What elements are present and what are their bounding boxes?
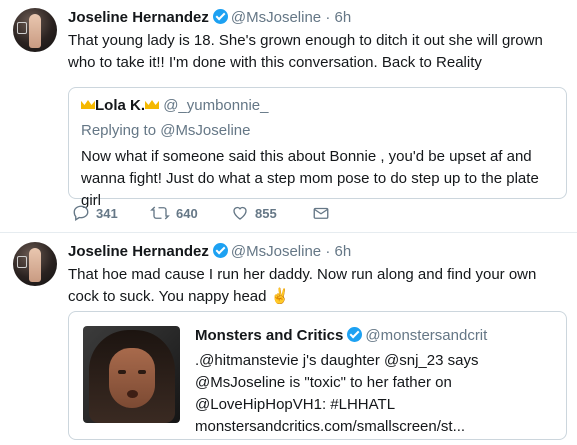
author-handle[interactable]: @MsJoseline xyxy=(231,243,321,260)
author-name[interactable]: Joseline Hernandez xyxy=(68,243,209,260)
reply-icon xyxy=(72,204,90,222)
crown-icon xyxy=(145,100,160,109)
timestamp[interactable]: 6h xyxy=(335,9,352,26)
retweet-icon xyxy=(150,204,170,222)
logo-mark xyxy=(17,256,27,268)
replying-to-label: Replying to @MsJoseline xyxy=(81,122,251,139)
tweet-text: That hoe mad cause I run her daddy. Now … xyxy=(68,266,537,305)
quoted-header: Lola K. @_yumbonnie_ xyxy=(81,96,268,116)
card-text: .@hitmanstevie j's daughter @snj_23 says… xyxy=(195,352,479,435)
like-count: 855 xyxy=(255,205,277,221)
verified-badge-icon xyxy=(347,327,363,342)
card-thumbnail xyxy=(83,326,180,423)
envelope-icon xyxy=(312,204,330,222)
message-button[interactable] xyxy=(312,204,330,222)
verified-badge-icon xyxy=(212,9,228,24)
logo-mark xyxy=(17,22,27,34)
reply-button[interactable]: 341 xyxy=(72,204,118,222)
separator-dot: · xyxy=(325,9,331,26)
quoted-tweet[interactable]: Lola K. @_yumbonnie_ Replying to @MsJose… xyxy=(68,87,567,209)
timestamp[interactable]: 6h xyxy=(335,243,352,260)
retweet-button[interactable]: 640 xyxy=(150,204,198,222)
tweet-1[interactable]: Joseline Hernandez @MsJoseline · 6h That … xyxy=(0,0,577,232)
avatar[interactable] xyxy=(13,8,57,52)
retweet-count: 640 xyxy=(176,205,198,221)
tweet-header: Joseline Hernandez @MsJoseline · 6h xyxy=(68,242,351,262)
heart-icon xyxy=(231,204,249,222)
separator-dot: · xyxy=(325,243,331,260)
avatar[interactable] xyxy=(13,242,57,286)
quoted-author-handle: @_yumbonnie_ xyxy=(163,97,269,114)
card-author-name: Monsters and Critics xyxy=(195,327,344,344)
author-handle[interactable]: @MsJoseline xyxy=(231,9,321,26)
reply-count: 341 xyxy=(96,205,118,221)
author-name[interactable]: Joseline Hernandez xyxy=(68,9,209,26)
like-button[interactable]: 855 xyxy=(231,204,277,222)
card-content: Monsters and Critics @monstersandcrit .@h… xyxy=(195,326,557,438)
quoted-text: Now what if someone said this about Bonn… xyxy=(81,148,539,209)
link-card[interactable]: Monsters and Critics @monstersandcrit .@h… xyxy=(68,311,567,440)
card-author-handle: @monstersandcrit xyxy=(365,327,488,344)
tweet-text: That young lady is 18. She's grown enoug… xyxy=(68,32,543,71)
quoted-author-name: Lola K. xyxy=(95,97,146,114)
crown-icon xyxy=(81,100,95,109)
tweet-header: Joseline Hernandez @MsJoseline · 6h xyxy=(68,8,351,28)
card-header: Monsters and Critics @monstersandcrit xyxy=(195,326,557,346)
verified-badge-icon xyxy=(212,243,228,258)
